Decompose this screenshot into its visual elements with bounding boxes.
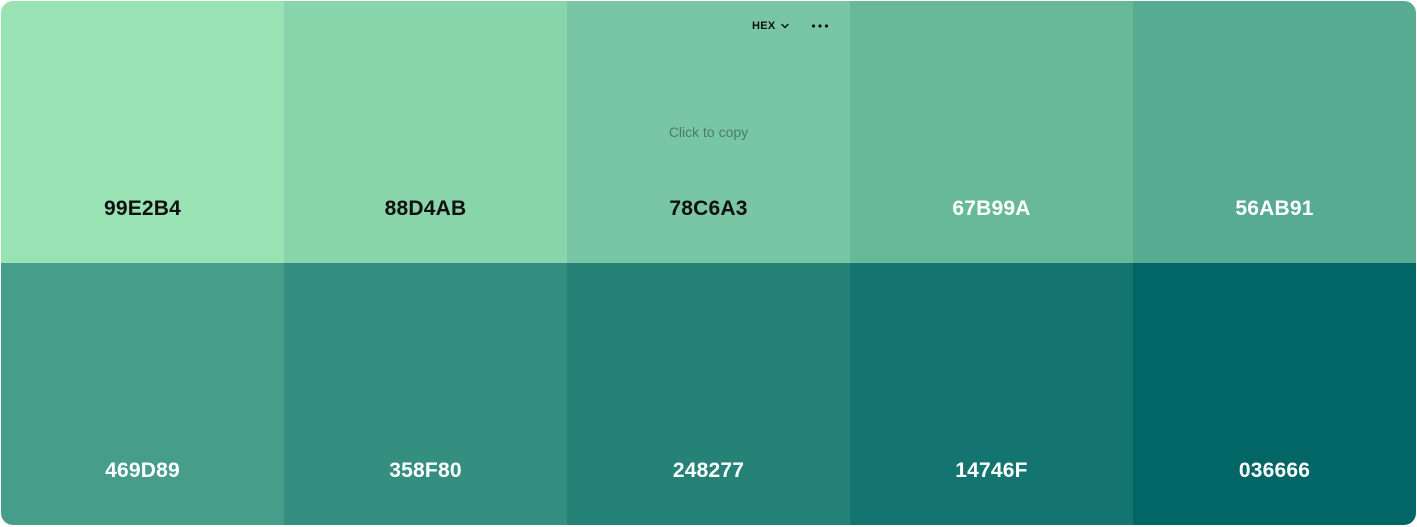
- swatch-036666[interactable]: 036666: [1133, 263, 1416, 525]
- swatch-hex-label: 78C6A3: [669, 197, 748, 220]
- swatch-78c6a3[interactable]: Click to copy 78C6A3: [567, 1, 850, 263]
- color-format-dropdown[interactable]: HEX: [752, 20, 790, 32]
- swatch-469d89[interactable]: 469D89: [1, 263, 284, 525]
- swatch-hex-label: 036666: [1238, 459, 1311, 482]
- swatch-67b99a[interactable]: 67B99A: [850, 1, 1133, 263]
- swatch-hex-label: 14746F: [955, 459, 1028, 482]
- more-horizontal-icon: [811, 24, 828, 28]
- click-to-copy-hint: Click to copy: [668, 124, 749, 140]
- swatch-hex-label: 248277: [672, 459, 745, 482]
- more-options-button[interactable]: [810, 16, 830, 36]
- swatch-248277[interactable]: 248277: [567, 263, 850, 525]
- color-format-label: HEX: [752, 20, 776, 32]
- swatch-hex-label: 88D4AB: [384, 197, 467, 220]
- swatch-hex-label: 99E2B4: [103, 197, 182, 220]
- swatch-88d4ab[interactable]: 88D4AB: [284, 1, 567, 263]
- palette-toolbar: HEX: [752, 16, 830, 36]
- swatch-99e2b4[interactable]: 99E2B4: [1, 1, 284, 263]
- swatch-56ab91[interactable]: 56AB91: [1133, 1, 1416, 263]
- chevron-down-icon: [780, 23, 789, 29]
- swatch-hex-label: 469D89: [105, 459, 180, 482]
- swatch-hex-label: 67B99A: [952, 197, 1031, 220]
- color-palette: 99E2B4 88D4AB Click to copy 78C6A3 67B99…: [1, 1, 1416, 525]
- swatch-hex-label: 56AB91: [1235, 197, 1314, 220]
- swatch-14746f[interactable]: 14746F: [850, 263, 1133, 525]
- swatch-hex-label: 358F80: [389, 459, 462, 482]
- swatch-358f80[interactable]: 358F80: [284, 263, 567, 525]
